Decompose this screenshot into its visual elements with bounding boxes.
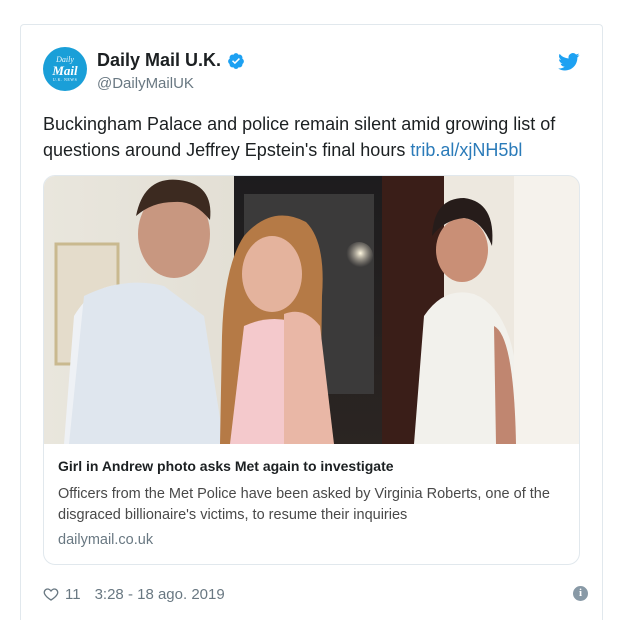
tweet-text: Buckingham Palace and police remain sile…: [43, 111, 588, 163]
tweet-footer: 11 3:28 - 18 ago. 2019 i: [43, 583, 588, 605]
link-card[interactable]: Girl in Andrew photo asks Met again to i…: [43, 175, 580, 565]
link-card-title[interactable]: Girl in Andrew photo asks Met again to i…: [58, 458, 394, 474]
handle[interactable]: @DailyMailUK: [97, 75, 194, 92]
author-name-row[interactable]: Daily Mail U.K.: [97, 50, 245, 71]
link-card-domain[interactable]: dailymail.co.uk: [58, 532, 153, 548]
verified-badge-icon: [228, 52, 244, 69]
avatar-text-line1: Daily: [56, 55, 74, 64]
tweet-card: Daily Mail U.K. NEWS Daily Mail U.K. @Da…: [20, 24, 603, 620]
article-photo[interactable]: [44, 176, 580, 444]
twitter-bird-icon[interactable]: [558, 53, 580, 71]
heart-icon[interactable]: [43, 586, 59, 602]
link-card-description: Officers from the Met Police have been a…: [58, 486, 550, 523]
info-icon[interactable]: i: [573, 586, 588, 601]
timestamp[interactable]: 3:28 - 18 ago. 2019: [95, 586, 225, 603]
display-name[interactable]: Daily Mail U.K.: [97, 50, 221, 71]
avatar-text-line3: U.K. NEWS: [52, 77, 78, 82]
avatar-text-line2: Mail: [52, 63, 78, 78]
tweet-link[interactable]: trib.al/xjNH5bl: [410, 140, 522, 160]
avatar[interactable]: Daily Mail U.K. NEWS: [43, 47, 87, 91]
like-count[interactable]: 11: [65, 586, 81, 603]
